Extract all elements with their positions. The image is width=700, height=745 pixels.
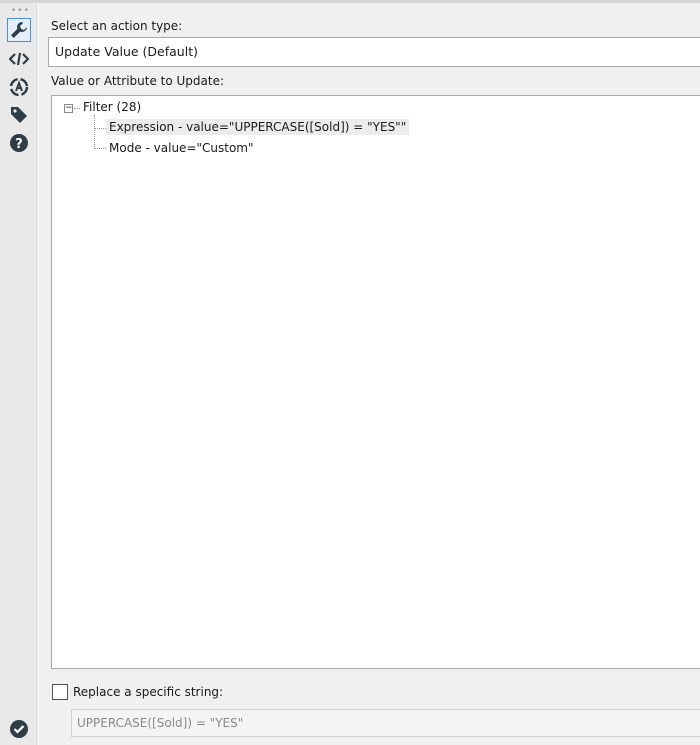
action-type-dropdown[interactable]: Update Value (Default) (48, 37, 700, 67)
sidebar: ••• ? (0, 3, 37, 745)
action-type-label: Select an action type: (51, 19, 183, 33)
target-icon[interactable] (7, 75, 31, 99)
value-attribute-label: Value or Attribute to Update: (51, 74, 225, 88)
svg-text:?: ? (15, 137, 23, 152)
drag-handle-icon[interactable]: ••• (11, 6, 30, 16)
tree-node-mode[interactable]: Mode - value="Custom" (106, 140, 257, 156)
code-icon[interactable] (7, 47, 31, 71)
replace-string-input[interactable]: UPPERCASE([Sold]) = "YES" (71, 709, 700, 737)
tree-node-filter[interactable]: Filter (28) (83, 100, 141, 114)
attribute-tree[interactable]: − Filter (28) Expression - value="UPPERC… (51, 95, 700, 669)
tag-icon[interactable] (7, 103, 31, 127)
main-panel: Select an action type: Update Value (Def… (38, 3, 700, 745)
tree-node-expression[interactable]: Expression - value="UPPERCASE([Sold]) = … (106, 119, 410, 135)
check-circle-icon (7, 717, 31, 741)
replace-string-checkbox[interactable] (52, 684, 68, 700)
help-icon[interactable]: ? (7, 131, 31, 155)
wrench-icon[interactable] (7, 18, 31, 42)
replace-string-label: Replace a specific string: (73, 685, 224, 699)
collapse-icon[interactable]: − (64, 104, 73, 113)
